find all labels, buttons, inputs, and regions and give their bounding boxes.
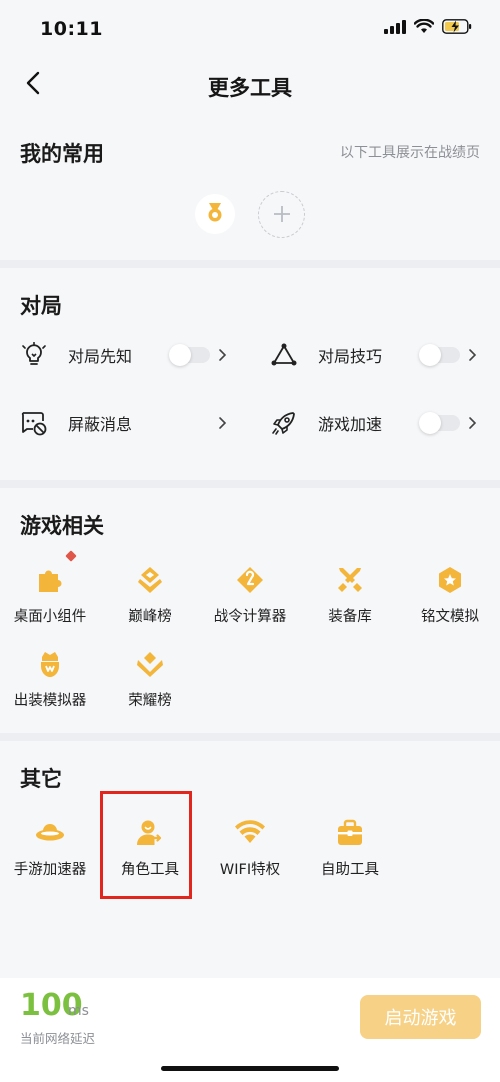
- game-title: 游戏相关: [20, 514, 104, 538]
- tool-label: 荣耀榜: [128, 693, 172, 709]
- tool-inscription-sim[interactable]: 铭文模拟: [400, 563, 500, 626]
- start-game-button[interactable]: 启动游戏: [360, 995, 481, 1039]
- battery-icon: [442, 19, 472, 38]
- wifi-status-icon: [413, 18, 435, 38]
- row-label: 游戏加速: [318, 415, 383, 434]
- section-divider: [0, 733, 500, 741]
- chevron-right-icon[interactable]: [466, 415, 478, 431]
- chevron-right-icon[interactable]: [466, 347, 478, 363]
- status-bar: 10:11: [0, 0, 500, 60]
- tool-label: WIFI特权: [219, 862, 281, 878]
- tool-wifi-privilege[interactable]: WIFI特权: [200, 816, 300, 879]
- toggle-knob: [419, 344, 441, 366]
- glory-rank-icon: [133, 647, 167, 681]
- toggle-knob: [169, 344, 191, 366]
- tool-desktop-widget[interactable]: 桌面小组件: [0, 563, 100, 626]
- favorites-section: 我的常用 以下工具展示在战绩页: [0, 112, 500, 260]
- home-indicator[interactable]: [161, 1066, 339, 1071]
- wifi-icon: [233, 816, 267, 850]
- match-title: 对局: [20, 294, 62, 318]
- nav-bar: 更多工具: [0, 60, 500, 112]
- lightbulb-icon: [20, 341, 48, 369]
- toggle-match-tips[interactable]: [419, 344, 460, 366]
- tool-label: 战令计算器: [213, 609, 287, 625]
- message-block-icon: [20, 409, 48, 437]
- medal-icon: [204, 201, 226, 227]
- favorites-note: 以下工具展示在战绩页: [340, 145, 480, 161]
- inscription-icon: [433, 563, 467, 597]
- tool-label: 出装模拟器: [13, 693, 87, 709]
- tool-self-service[interactable]: 自助工具: [300, 816, 400, 879]
- chevron-right-icon[interactable]: [216, 415, 228, 431]
- row-label: 屏蔽消息: [68, 415, 133, 434]
- row-match-prophet[interactable]: 对局先知: [20, 335, 132, 375]
- rocket-icon: [270, 409, 298, 437]
- section-divider: [0, 260, 500, 268]
- tool-label: 铭文模拟: [421, 609, 479, 625]
- tool-label: 巅峰榜: [128, 609, 172, 625]
- chevron-right-icon[interactable]: [216, 347, 228, 363]
- section-divider: [0, 480, 500, 488]
- equipment-sim-icon: [33, 647, 67, 681]
- tool-label: 桌面小组件: [13, 609, 87, 625]
- plus-icon: [273, 200, 291, 230]
- highlight-box: [100, 791, 192, 899]
- battle-pass-icon: [233, 563, 267, 597]
- row-label: 对局先知: [68, 347, 133, 366]
- ufo-icon: [33, 816, 67, 850]
- tool-label: 手游加速器: [13, 862, 87, 878]
- tool-label: 装备库: [328, 609, 372, 625]
- add-favorite-button[interactable]: [258, 191, 305, 238]
- tool-equipment-library[interactable]: 装备库: [300, 563, 400, 626]
- page-title: 更多工具: [208, 76, 292, 100]
- peak-rank-icon: [133, 563, 167, 597]
- favorite-medal-item[interactable]: [195, 194, 235, 234]
- latency-label: 当前网络延迟: [20, 1031, 96, 1046]
- latency-unit: ms: [68, 1003, 89, 1019]
- tool-glory-rank[interactable]: 荣耀榜: [100, 647, 200, 710]
- swords-icon: [333, 563, 367, 597]
- tool-equipment-sim[interactable]: 出装模拟器: [0, 647, 100, 710]
- toolbox-icon: [333, 816, 367, 850]
- row-block-messages[interactable]: 屏蔽消息: [20, 403, 132, 443]
- toggle-knob: [419, 412, 441, 434]
- other-title: 其它: [20, 767, 62, 791]
- status-time: 10:11: [40, 18, 103, 40]
- screen: 10:11 更多工具 我的常用 以下工具展示在战绩页 对局 对局先知 对局技巧 …: [0, 0, 500, 1082]
- row-label: 对局技巧: [318, 347, 383, 366]
- row-match-tips[interactable]: 对局技巧: [270, 335, 382, 375]
- status-icons: [384, 18, 472, 38]
- tool-peak-rank[interactable]: 巅峰榜: [100, 563, 200, 626]
- signal-icon: [384, 19, 406, 38]
- toggle-game-boost[interactable]: [419, 412, 460, 434]
- triangle-nodes-icon: [270, 341, 298, 369]
- puzzle-icon: [33, 563, 67, 597]
- tool-label: 自助工具: [321, 862, 379, 878]
- row-game-boost[interactable]: 游戏加速: [270, 403, 382, 443]
- tool-battle-pass-calc[interactable]: 战令计算器: [200, 563, 300, 626]
- tool-mobile-accelerator[interactable]: 手游加速器: [0, 816, 100, 879]
- favorites-title: 我的常用: [20, 142, 104, 166]
- toggle-match-prophet[interactable]: [169, 344, 210, 366]
